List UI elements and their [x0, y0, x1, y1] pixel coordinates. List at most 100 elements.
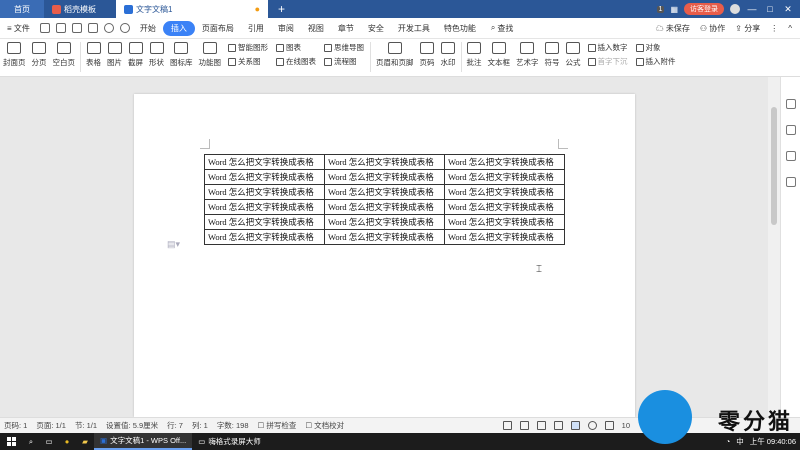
redo-icon[interactable] [119, 23, 130, 33]
close-button[interactable]: ✕ [782, 4, 794, 15]
status-words[interactable]: 字数: 198 [217, 420, 249, 431]
new-tab-button[interactable]: + [268, 0, 295, 18]
tab-home[interactable]: 首页 [0, 0, 44, 18]
table-cell[interactable]: Word 怎么把文字转换成表格 [204, 154, 325, 170]
menu-layout[interactable]: 页面布局 [195, 23, 241, 34]
pointer-icon[interactable] [785, 125, 796, 135]
picture-button[interactable]: 图片 [104, 42, 125, 68]
table-cell[interactable]: Word 怎么把文字转换成表格 [204, 184, 325, 200]
file-menu[interactable]: ≡ 文件 [0, 23, 37, 34]
chrome-icon[interactable]: ● [58, 437, 76, 446]
menu-reference[interactable]: 引用 [241, 23, 271, 34]
zoom-level[interactable]: 10 [622, 421, 630, 430]
layout-icon[interactable]: ▦ [670, 5, 678, 14]
menu-review[interactable]: 审阅 [271, 23, 301, 34]
page-view-icon[interactable] [570, 421, 580, 430]
search-box[interactable]: ⌕ 查找 [491, 23, 513, 34]
settings-icon[interactable] [785, 151, 796, 161]
fullscreen-icon[interactable] [502, 421, 512, 430]
screenshot-button[interactable]: 截屏 [125, 42, 146, 68]
relation-button[interactable]: 关系图 [228, 56, 268, 67]
online-chart-button[interactable]: 在线图表 [276, 56, 316, 67]
smartart-button[interactable]: 智能图形 [228, 42, 268, 53]
taskbar-app-recorder[interactable]: ▭ 嗨格式录屏大师 [192, 436, 267, 447]
save-icon[interactable] [39, 23, 50, 33]
dropcap-button[interactable]: 首字下沉 [587, 56, 628, 67]
window-count-badge[interactable]: 1 [656, 5, 665, 13]
scrollbar-thumb[interactable] [771, 107, 777, 225]
protect-eye-icon[interactable] [604, 421, 614, 430]
table-cell[interactable]: Word 怎么把文字转换成表格 [444, 199, 565, 215]
outline-icon[interactable] [536, 421, 546, 430]
maximize-button[interactable]: □ [764, 4, 776, 14]
mindmap-button[interactable]: 思维导图 [324, 42, 364, 53]
table-cell[interactable]: Word 怎么把文字转换成表格 [444, 184, 565, 200]
paragraph-options-icon[interactable]: ▤▾ [167, 239, 180, 250]
spellcheck-button[interactable]: ☐ 拼写检查 [258, 420, 297, 431]
menu-features[interactable]: 特色功能 [437, 23, 483, 34]
menu-security[interactable]: 安全 [361, 23, 391, 34]
document-table[interactable]: Word 怎么把文字转换成表格 Word 怎么把文字转换成表格 Word 怎么把文字… [204, 154, 565, 245]
iconlib-button[interactable]: 图标库 [167, 42, 196, 68]
undo-icon[interactable] [103, 23, 114, 33]
table-cell[interactable]: Word 怎么把文字转换成表格 [444, 169, 565, 185]
visitor-login-button[interactable]: 访客登录 [684, 3, 724, 15]
minimize-button[interactable]: — [746, 4, 758, 14]
more-icon[interactable]: ⋮ [770, 24, 778, 33]
write-mode-icon[interactable] [553, 421, 563, 430]
table-cell[interactable]: Word 怎么把文字转换成表格 [444, 154, 565, 170]
task-view-icon[interactable]: ▭ [40, 437, 58, 446]
table-cell[interactable]: Word 怎么把文字转换成表格 [324, 229, 445, 245]
table-cell[interactable]: Word 怎么把文字转换成表格 [444, 229, 565, 245]
table-cell[interactable]: Word 怎么把文字转换成表格 [204, 229, 325, 245]
tab-document[interactable]: 文字文稿1 ● [116, 0, 268, 18]
table-cell[interactable]: Word 怎么把文字转换成表格 [204, 214, 325, 230]
search-icon[interactable]: ⌕ [22, 437, 40, 447]
wordart-button[interactable]: 艺术字 [513, 42, 542, 68]
web-view-icon[interactable] [587, 421, 597, 430]
tab-template[interactable]: 稻壳模板 [44, 0, 116, 18]
file-explorer-icon[interactable]: ▰ [76, 437, 94, 446]
comment-button[interactable]: 批注 [464, 42, 485, 68]
menu-view[interactable]: 视图 [301, 23, 331, 34]
funcimg-button[interactable]: 功能图 [196, 42, 225, 68]
page-icon[interactable] [785, 177, 796, 187]
pen-icon[interactable] [785, 99, 796, 109]
table-cell[interactable]: Word 怎么把文字转换成表格 [324, 184, 445, 200]
blankpage-button[interactable]: 空白页 [50, 42, 79, 68]
table-cell[interactable]: Word 怎么把文字转换成表格 [324, 199, 445, 215]
table-cell[interactable]: Word 怎么把文字转换成表格 [324, 154, 445, 170]
symbol-button[interactable]: 符号 [542, 42, 563, 68]
textbox-button[interactable]: 文本框 [485, 42, 514, 68]
shape-button[interactable]: 形状 [146, 42, 167, 68]
collab-button[interactable]: ⚇ 协作 [700, 23, 725, 34]
table-cell[interactable]: Word 怎么把文字转换成表格 [204, 169, 325, 185]
reading-mode-icon[interactable] [519, 421, 529, 430]
pagenum-button[interactable]: 页码 [417, 42, 438, 68]
windows-start-button[interactable] [0, 437, 22, 446]
table-cell[interactable]: Word 怎么把文字转换成表格 [204, 199, 325, 215]
menu-start[interactable]: 开始 [133, 23, 163, 34]
chart-button[interactable]: 图表 [276, 42, 316, 53]
table-cell[interactable]: Word 怎么把文字转换成表格 [324, 214, 445, 230]
table-cell[interactable]: Word 怎么把文字转换成表格 [324, 169, 445, 185]
formula-button[interactable]: 公式 [563, 42, 584, 68]
table-button[interactable]: 表格 [83, 42, 104, 68]
object-button[interactable]: 对象 [635, 42, 676, 53]
menu-insert[interactable]: 插入 [162, 20, 195, 36]
table-cell[interactable]: Word 怎么把文字转换成表格 [444, 214, 565, 230]
print-icon[interactable] [71, 23, 82, 33]
share-button[interactable]: ⇪ 分享 [735, 23, 760, 34]
header-footer-button[interactable]: 页眉和页脚 [373, 42, 417, 68]
unsaved-status[interactable]: ☁ 未保存 [656, 23, 690, 34]
pagebreak-button[interactable]: 分页 [29, 42, 50, 68]
collapse-ribbon-icon[interactable]: ^ [788, 24, 792, 33]
avatar[interactable] [730, 4, 740, 14]
watermark-button[interactable]: 水印 [438, 42, 459, 68]
preview-icon[interactable] [87, 23, 98, 33]
cover-button[interactable]: 封面页 [0, 42, 29, 68]
menu-chapter[interactable]: 章节 [331, 23, 361, 34]
proofread-button[interactable]: ☐ 文档校对 [305, 420, 344, 431]
export-pdf-icon[interactable] [55, 23, 66, 33]
document-page[interactable]: Word 怎么把文字转换成表格 Word 怎么把文字转换成表格 Word 怎么把文字… [134, 94, 635, 417]
